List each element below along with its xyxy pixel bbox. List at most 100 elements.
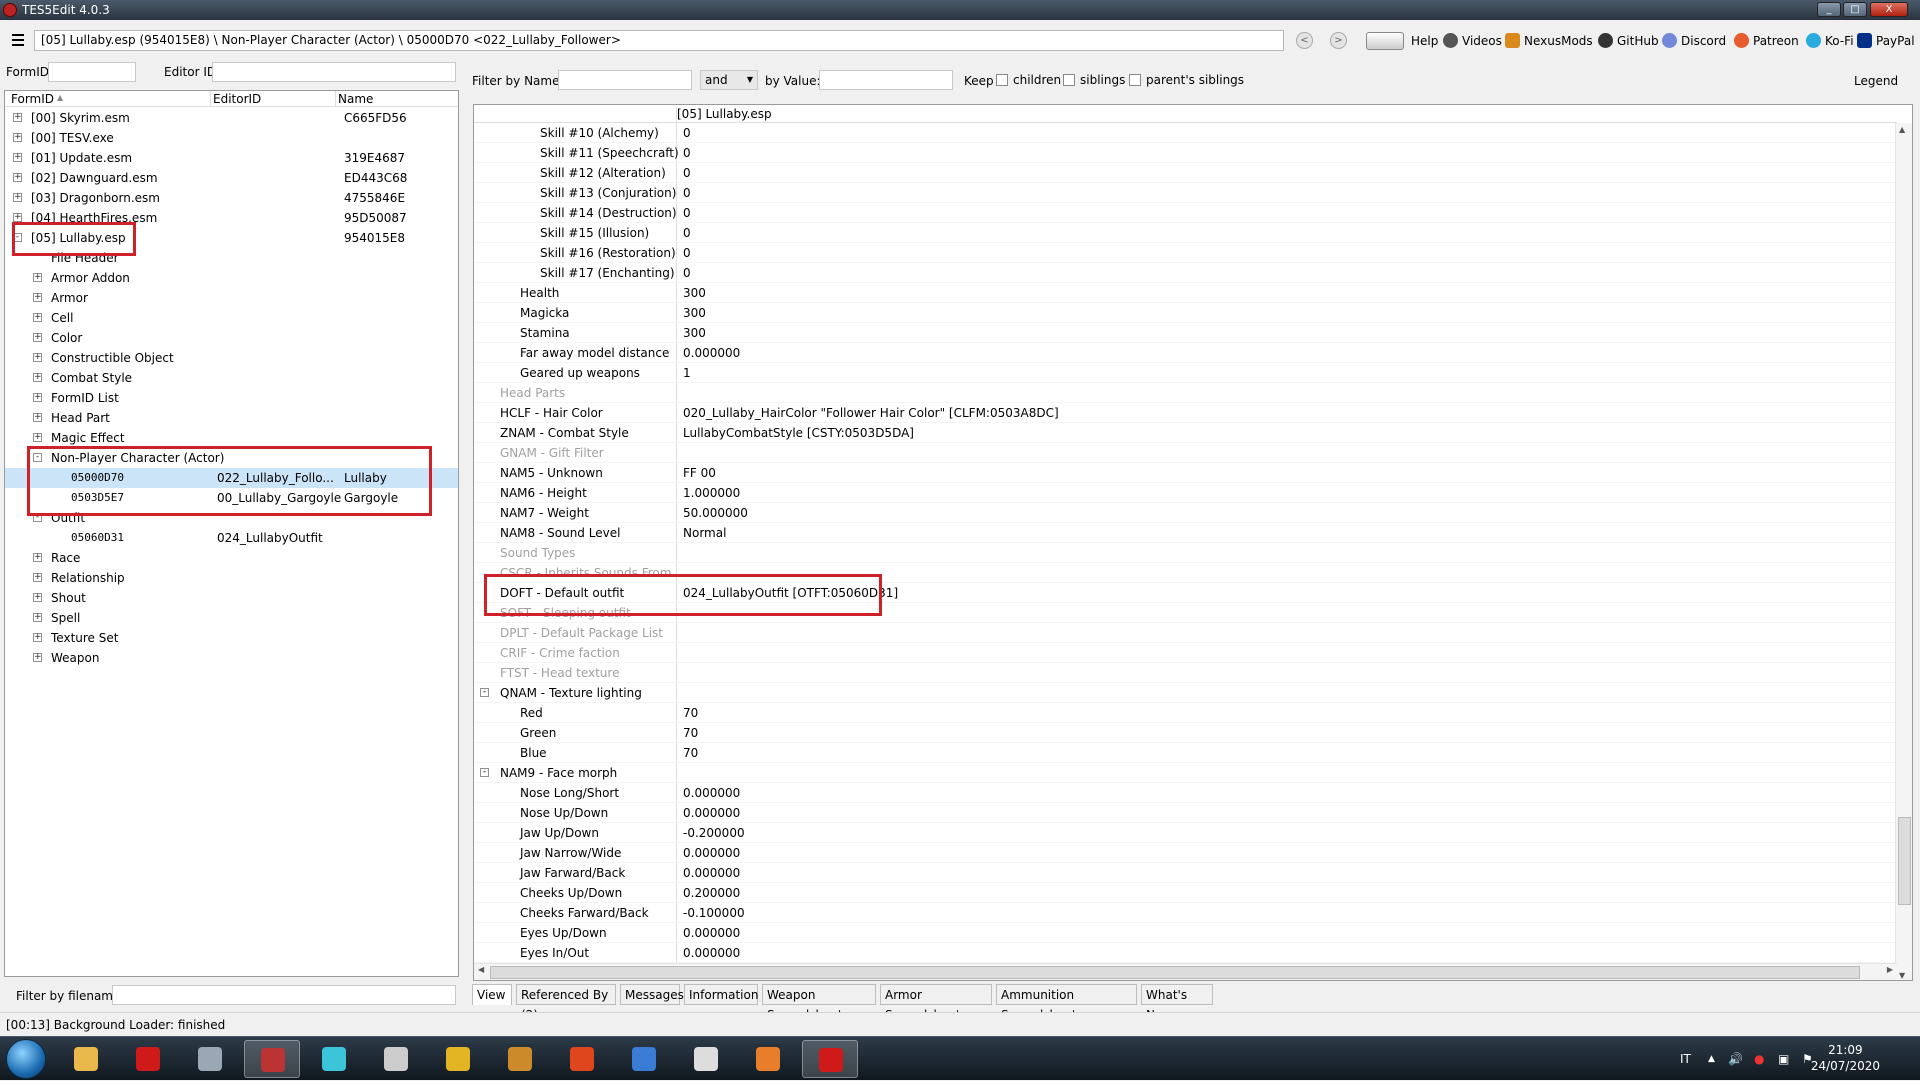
- field-value[interactable]: 0.000000: [683, 803, 740, 823]
- field-value[interactable]: 0: [683, 123, 691, 143]
- expand-icon[interactable]: +: [13, 173, 22, 182]
- filter-filename-input[interactable]: [112, 985, 456, 1005]
- maximize-button[interactable]: □: [1843, 2, 1867, 17]
- field-value[interactable]: 0.000000: [683, 783, 740, 803]
- collapse-icon[interactable]: -: [33, 453, 42, 462]
- field-value[interactable]: 0: [683, 203, 691, 223]
- record-field-row[interactable]: Skill #16 (Restoration) 0: [474, 243, 1897, 263]
- expand-icon[interactable]: +: [33, 333, 42, 342]
- tree-row[interactable]: + FormID List: [5, 388, 458, 408]
- record-field-row[interactable]: Jaw Farward/Back 0.000000: [474, 863, 1897, 883]
- record-field-row[interactable]: Sound Types: [474, 543, 1897, 563]
- record-field-row[interactable]: HCLF - Hair Color 020_Lullaby_HairColor "…: [474, 403, 1897, 423]
- tree-row[interactable]: + [03] Dragonborn.esm 4755846E: [5, 188, 458, 208]
- record-field-row[interactable]: Cheeks Up/Down 0.200000: [474, 883, 1897, 903]
- field-value[interactable]: 0: [683, 143, 691, 163]
- tree-row[interactable]: + Constructible Object: [5, 348, 458, 368]
- record-path-field[interactable]: [05] Lullaby.esp (954015E8) \ Non-Player…: [34, 30, 1284, 51]
- field-value[interactable]: 70: [683, 743, 698, 763]
- record-field-row[interactable]: Skill #13 (Conjuration) 0: [474, 183, 1897, 203]
- taskbar-explorer-button[interactable]: [58, 1040, 114, 1078]
- operator-select[interactable]: and ▼: [700, 70, 758, 90]
- expand-icon[interactable]: +: [13, 153, 22, 162]
- minimize-button[interactable]: _: [1817, 2, 1841, 17]
- help-link[interactable]: Help: [1411, 33, 1438, 49]
- expand-icon[interactable]: +: [33, 293, 42, 302]
- scroll-up-icon[interactable]: ▲: [1899, 125, 1905, 134]
- record-field-row[interactable]: - NAM9 - Face morph: [474, 763, 1897, 783]
- start-button[interactable]: [6, 1039, 46, 1079]
- volume-icon[interactable]: 🔊: [1728, 1037, 1743, 1081]
- record-field-row[interactable]: Head Parts: [474, 383, 1897, 403]
- field-value[interactable]: LullabyCombatStyle [CSTY:0503D5DA]: [683, 423, 914, 443]
- tree-row[interactable]: - [05] Lullaby.esp 954015E8: [5, 228, 458, 248]
- record-field-row[interactable]: Skill #11 (Speechcraft) 0: [474, 143, 1897, 163]
- field-value[interactable]: 50.000000: [683, 503, 748, 523]
- expand-icon[interactable]: +: [13, 113, 22, 122]
- field-value[interactable]: 1.000000: [683, 483, 740, 503]
- tab-what-s-new[interactable]: What's New: [1141, 984, 1213, 1022]
- close-button[interactable]: X: [1870, 2, 1908, 17]
- back-button[interactable]: <: [1296, 32, 1313, 49]
- field-value[interactable]: 0.000000: [683, 923, 740, 943]
- collapse-icon[interactable]: -: [480, 768, 489, 777]
- record-field-row[interactable]: Skill #14 (Destruction) 0: [474, 203, 1897, 223]
- record-field-row[interactable]: Health 300: [474, 283, 1897, 303]
- kofi-link[interactable]: Ko-Fi: [1806, 33, 1854, 49]
- record-field-row[interactable]: Stamina 300: [474, 323, 1897, 343]
- record-field-row[interactable]: Eyes Up/Down 0.000000: [474, 923, 1897, 943]
- tree-row[interactable]: + Head Part: [5, 408, 458, 428]
- tree-row[interactable]: + Shout: [5, 588, 458, 608]
- tree-row[interactable]: + Color: [5, 328, 458, 348]
- discord-link[interactable]: Discord: [1662, 33, 1726, 49]
- taskbar-opera-button[interactable]: [802, 1040, 858, 1078]
- record-field-row[interactable]: Skill #15 (Illusion) 0: [474, 223, 1897, 243]
- expand-icon[interactable]: +: [33, 413, 42, 422]
- tree-row[interactable]: 0503D5E7 00_Lullaby_Gargoyle Gargoyle: [5, 488, 458, 508]
- record-field-row[interactable]: - QNAM - Texture lighting: [474, 683, 1897, 703]
- expand-icon[interactable]: +: [33, 433, 42, 442]
- expand-icon[interactable]: +: [33, 313, 42, 322]
- tree-row[interactable]: + [00] Skyrim.esm C665FD56: [5, 108, 458, 128]
- antivirus-icon[interactable]: ●: [1754, 1037, 1764, 1081]
- taskbar-tools-button[interactable]: [740, 1040, 796, 1078]
- expand-icon[interactable]: +: [33, 393, 42, 402]
- record-field-row[interactable]: NAM6 - Height 1.000000: [474, 483, 1897, 503]
- tree-row[interactable]: - Outfit: [5, 508, 458, 528]
- expand-icon[interactable]: +: [33, 593, 42, 602]
- record-field-row[interactable]: NAM5 - Unknown FF 00: [474, 463, 1897, 483]
- language-indicator[interactable]: IT: [1680, 1037, 1691, 1081]
- record-field-row[interactable]: Green 70: [474, 723, 1897, 743]
- collapse-icon[interactable]: -: [33, 513, 42, 522]
- field-value[interactable]: 0.000000: [683, 843, 740, 863]
- field-value[interactable]: 0.000000: [683, 863, 740, 883]
- field-value[interactable]: 300: [683, 283, 706, 303]
- record-field-row[interactable]: DPLT - Default Package List: [474, 623, 1897, 643]
- taskbar-window-button[interactable]: [678, 1040, 734, 1078]
- expand-icon[interactable]: +: [33, 633, 42, 642]
- field-value[interactable]: 0: [683, 223, 691, 243]
- tab-weapon-spreadsheet[interactable]: Weapon Spreadsheet: [762, 984, 876, 1022]
- tray-expand-icon[interactable]: ▲: [1708, 1037, 1715, 1081]
- tree-row[interactable]: + Cell: [5, 308, 458, 328]
- pane-splitter[interactable]: [462, 62, 470, 1012]
- tree-row[interactable]: 05000D70 022_Lullaby_Follo... Lullaby: [5, 468, 458, 488]
- tree-row[interactable]: + [01] Update.esm 319E4687: [5, 148, 458, 168]
- expand-icon[interactable]: +: [33, 273, 42, 282]
- vertical-scrollbar[interactable]: ▲ ▼: [1895, 123, 1912, 980]
- column-editorid[interactable]: EditorID: [213, 92, 261, 106]
- tree-row[interactable]: + Texture Set: [5, 628, 458, 648]
- expand-icon[interactable]: +: [13, 133, 22, 142]
- tree-row[interactable]: + Spell: [5, 608, 458, 628]
- vertical-scroll-thumb[interactable]: [1898, 817, 1911, 905]
- network-icon[interactable]: ▣: [1778, 1037, 1789, 1081]
- record-field-row[interactable]: Nose Up/Down 0.000000: [474, 803, 1897, 823]
- editorid-input[interactable]: [212, 62, 456, 82]
- record-field-row[interactable]: Skill #12 (Alteration) 0: [474, 163, 1897, 183]
- record-field-row[interactable]: Jaw Up/Down -0.200000: [474, 823, 1897, 843]
- field-value[interactable]: 0.000000: [683, 343, 740, 363]
- record-field-row[interactable]: CSCR - Inherits Sounds From: [474, 563, 1897, 583]
- tree-row[interactable]: + Magic Effect: [5, 428, 458, 448]
- expand-icon[interactable]: +: [13, 193, 22, 202]
- tab-armor-spreadsheet[interactable]: Armor Spreadsheet: [880, 984, 992, 1022]
